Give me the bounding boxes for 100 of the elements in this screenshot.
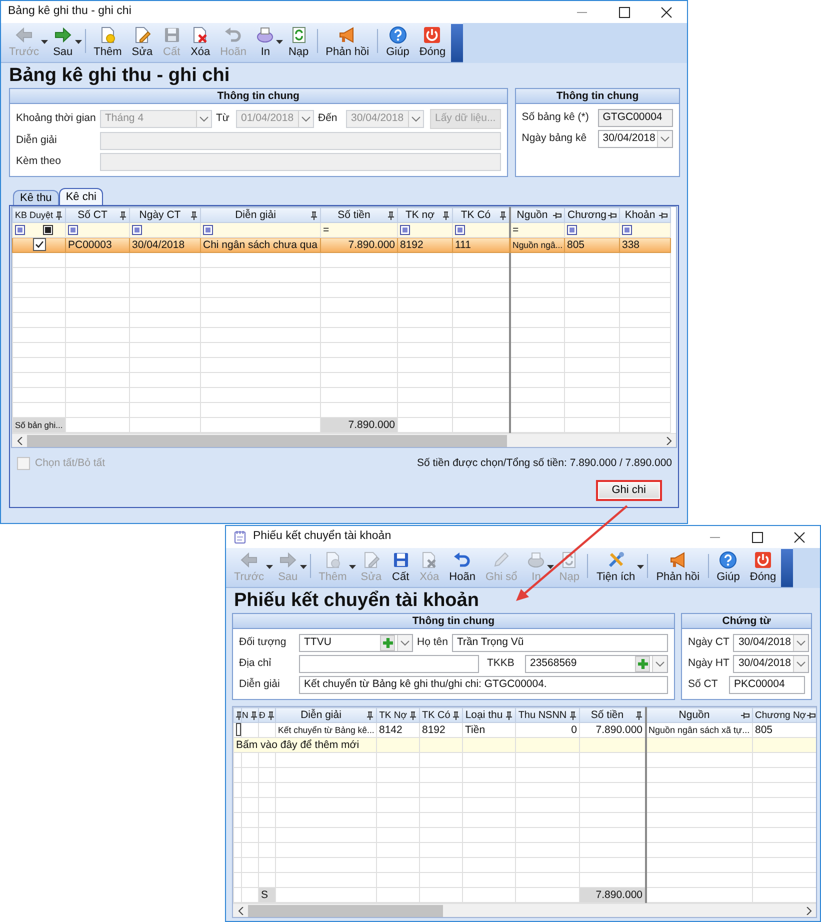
date-field[interactable]: 30/04/2018 [733, 634, 810, 652]
back-arrow-icon [15, 26, 34, 44]
tab[interactable]: Kê chi [58, 188, 104, 205]
toolbar-overflow-button[interactable] [781, 549, 794, 587]
filter-icon[interactable] [15, 224, 25, 235]
filter-icon[interactable] [567, 224, 577, 235]
filter-checkbox-icon[interactable] [43, 224, 53, 235]
field-label: TKKB [487, 656, 516, 672]
help-icon [719, 551, 738, 569]
attachment-field[interactable] [100, 153, 501, 171]
date-field[interactable]: 30/04/2018 [598, 130, 674, 148]
scroll-left-icon[interactable] [238, 906, 244, 914]
horizontal-scrollbar[interactable] [12, 433, 676, 447]
add-icon[interactable] [636, 658, 648, 670]
forward-arrow-icon [278, 551, 297, 569]
filter-icon[interactable] [132, 224, 142, 235]
pin-icon[interactable] [54, 210, 63, 220]
horizontal-scrollbar[interactable] [233, 903, 816, 917]
dropdown-arrow[interactable] [637, 565, 644, 570]
pin-icon[interactable] [568, 710, 577, 720]
scroll-right-icon[interactable] [806, 906, 812, 914]
dropdown-arrow[interactable] [276, 40, 284, 45]
toolbar-button[interactable]: Nạp [283, 24, 314, 59]
caret-icon [547, 565, 554, 570]
date-field[interactable]: 30/04/2018 [733, 655, 810, 673]
pin-icon[interactable] [386, 210, 395, 220]
filter-icon[interactable] [68, 224, 78, 235]
checkbox[interactable] [32, 238, 46, 252]
pin-icon[interactable] [807, 710, 816, 720]
name-field[interactable]: Trần Trọng Vũ [452, 634, 668, 652]
panel-title: Chứng từ [682, 614, 811, 629]
new-document-icon [98, 26, 117, 44]
caret-icon [637, 565, 644, 570]
pin-icon[interactable] [118, 210, 127, 220]
add-icon[interactable] [382, 637, 394, 649]
pin-icon[interactable] [608, 210, 617, 220]
pin-icon[interactable] [249, 710, 258, 720]
megaphone-icon [668, 551, 687, 569]
power-icon [754, 551, 772, 569]
pin-icon[interactable] [553, 210, 562, 220]
pin-icon[interactable] [189, 210, 198, 220]
filter-icon[interactable] [400, 224, 410, 235]
window-title: Phiếu kết chuyển tài khoản [253, 528, 392, 544]
reload-document-icon [560, 551, 578, 569]
voucher-number-field[interactable]: GTGC00004 [598, 109, 674, 127]
filter-operator[interactable]: = [323, 224, 330, 236]
pin-icon[interactable] [441, 210, 450, 220]
toolbar-button[interactable]: Đóng [414, 24, 451, 59]
filter-icon[interactable] [455, 224, 465, 235]
toolbar-button[interactable]: Sau [48, 24, 78, 59]
toolbar-button[interactable]: Cất [386, 549, 415, 584]
filter-operator[interactable]: = [512, 224, 519, 236]
table-cell-text: 111 [455, 238, 472, 252]
pin-icon[interactable] [741, 710, 750, 720]
pin-icon[interactable] [408, 710, 417, 720]
pin-icon[interactable] [309, 210, 318, 220]
toolbar-button[interactable]: Phản hồi [651, 549, 705, 584]
filter-icon[interactable] [622, 224, 632, 235]
address-field[interactable] [299, 655, 479, 673]
forward-arrow-icon [54, 26, 72, 44]
toolbar-button[interactable]: Đóng [744, 549, 782, 584]
field-label: Số CT [688, 677, 719, 692]
pin-icon[interactable] [634, 710, 642, 720]
post-expense-button[interactable]: Ghi chi [596, 480, 662, 501]
panel-title: Thông tin chung [10, 89, 507, 104]
toolbar-button[interactable]: Tiện ích [591, 549, 640, 584]
caret-icon [300, 565, 307, 570]
pin-icon[interactable] [504, 710, 513, 720]
field-label: Diễn giải [239, 677, 281, 692]
toolbar-button[interactable]: Hoãn [444, 549, 480, 584]
voucher-number-field[interactable]: PKC00004 [729, 676, 805, 694]
toolbar-overflow-button[interactable] [450, 24, 463, 62]
toolbar-button[interactable]: Xóa [186, 24, 216, 59]
caret-icon [266, 565, 274, 570]
description-field[interactable] [100, 132, 501, 150]
object-field[interactable]: TTVU [299, 634, 413, 652]
pin-icon[interactable] [659, 210, 668, 220]
dropdown-arrow[interactable] [74, 40, 82, 45]
pin-icon[interactable] [266, 710, 274, 720]
scroll-right-icon[interactable] [666, 436, 672, 444]
column-header[interactable]: N [242, 708, 258, 722]
delete-document-icon [420, 551, 438, 569]
toolbar-button[interactable]: In [251, 24, 280, 59]
toolbar-button[interactable]: Phản hồi [320, 24, 374, 59]
tab[interactable]: Kê thu [13, 190, 59, 205]
pin-icon[interactable] [451, 710, 460, 720]
toolbar-button[interactable]: Giúp [381, 24, 414, 59]
pin-icon[interactable] [498, 210, 506, 220]
table-cell-text: 8192 [400, 238, 424, 252]
field-label: Đến [318, 111, 338, 126]
filter-icon[interactable] [203, 224, 213, 235]
column-header[interactable] [234, 708, 240, 722]
description-field[interactable]: Kết chuyển từ Bảng kê ghi thu/ghi chi: GTGC00004. [299, 676, 668, 694]
pin-icon[interactable] [365, 710, 374, 720]
toolbar-button[interactable]: Sửa [126, 24, 158, 59]
scroll-left-icon[interactable] [16, 436, 22, 444]
field-label: Từ [216, 111, 230, 126]
toolbar-button[interactable]: Giúp [712, 549, 745, 584]
account-field[interactable]: 23568569 [525, 655, 668, 673]
toolbar-button[interactable]: Thêm [88, 24, 127, 59]
